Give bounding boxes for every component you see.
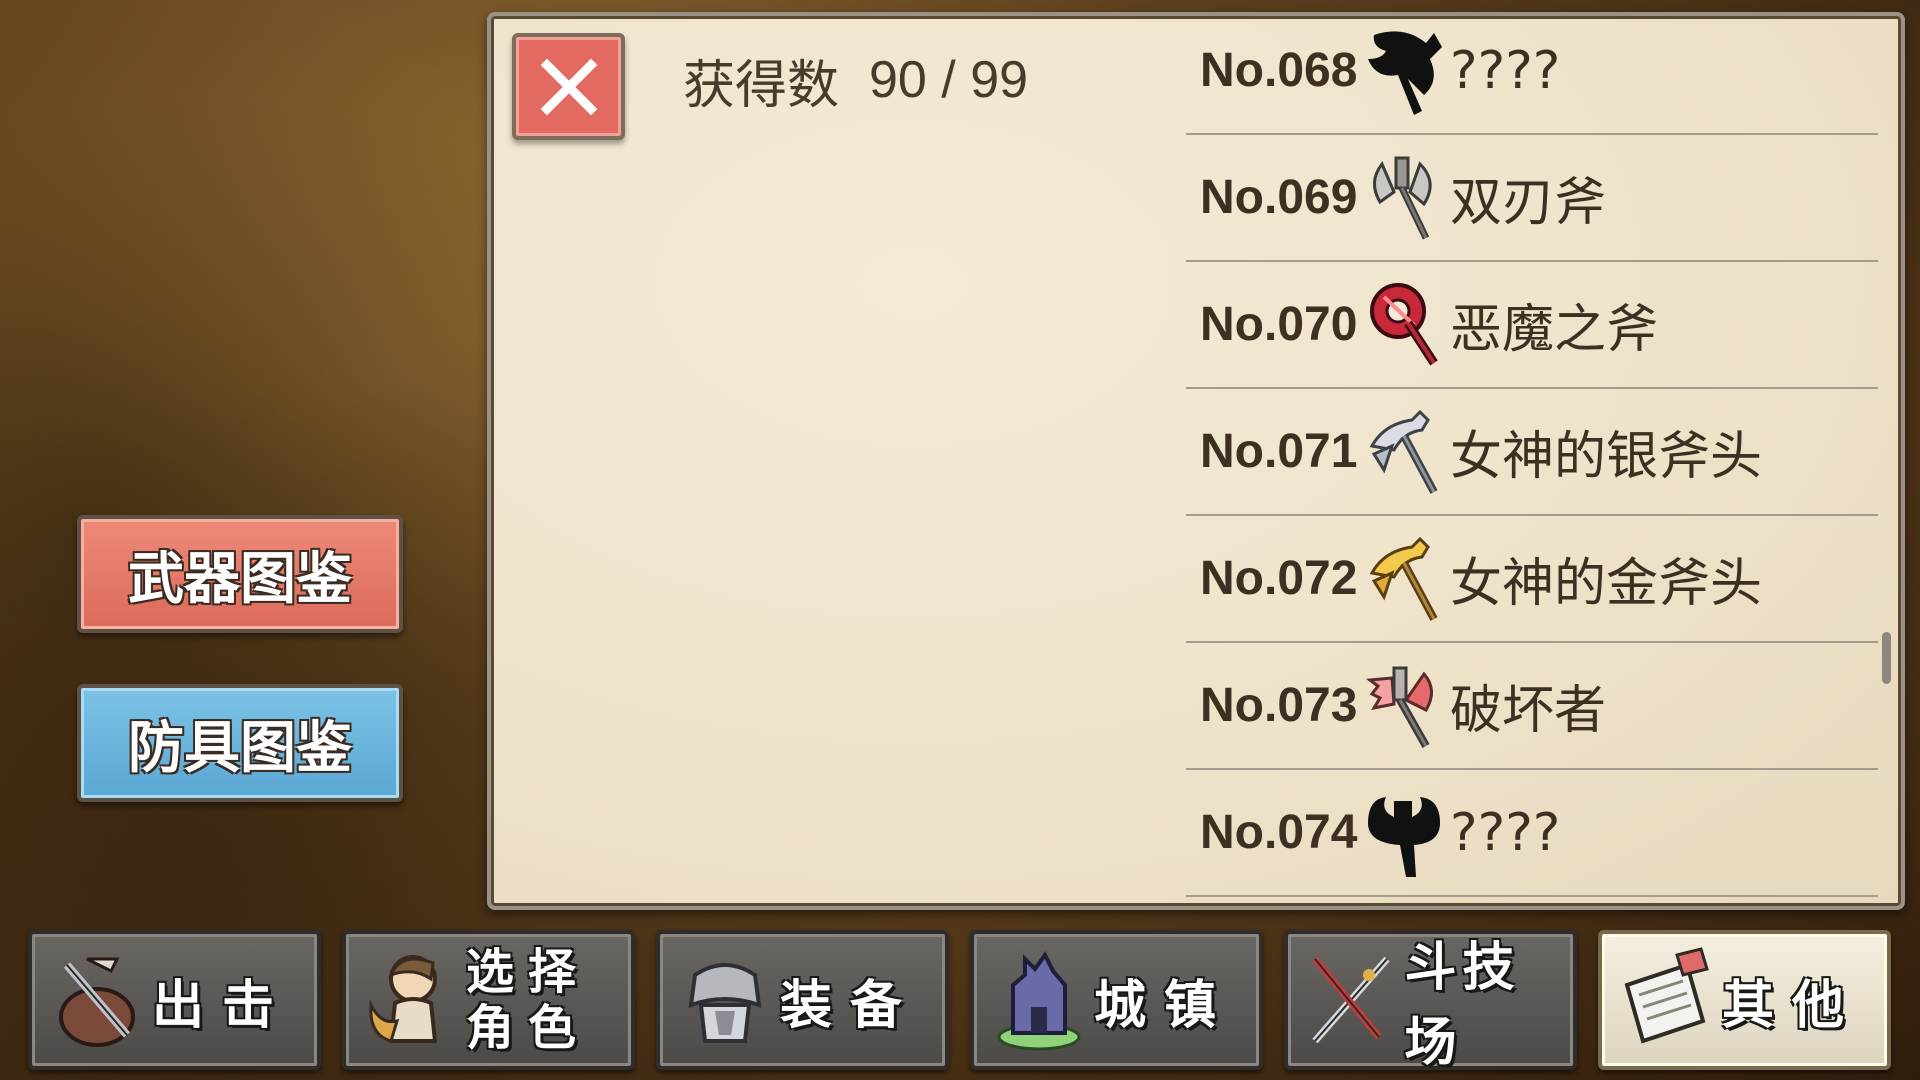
silver-axe-icon (1362, 404, 1446, 500)
character-icon (356, 940, 466, 1060)
nav-equipment-button[interactable]: 装备 (656, 930, 949, 1070)
item-number: No.073 (1200, 679, 1358, 732)
weapon-catalog-button[interactable]: 武器图鉴 (77, 515, 403, 633)
item-name: 女神的银斧头 (1450, 427, 1763, 487)
count-label: 获得数 (683, 56, 840, 115)
equipment-icon (670, 940, 780, 1060)
nav-label: 装备 (780, 975, 921, 1036)
list-item[interactable]: No.070 恶魔之斧 (1186, 262, 1878, 389)
item-name: 破坏者 (1450, 681, 1607, 741)
nav-label: 城镇 (1094, 975, 1235, 1036)
item-name: 恶魔之斧 (1450, 300, 1659, 360)
item-number: No.074 (1200, 806, 1358, 859)
list-item[interactable]: No.068 ???? (1186, 8, 1878, 135)
other-icon (1612, 940, 1722, 1060)
nav-arena-button[interactable]: 斗技场 (1284, 930, 1577, 1073)
list-item[interactable]: No.072 女神的金斧头 (1186, 516, 1878, 643)
axe-silhouette-icon (1362, 785, 1446, 881)
nav-character-button[interactable]: 选择 角色 (342, 930, 635, 1070)
close-button[interactable] (512, 33, 625, 140)
list-item[interactable]: No.071 女神的银斧头 (1186, 389, 1878, 516)
collection-count: 获得数 90 / 99 (683, 45, 1028, 115)
item-number: No.069 (1200, 171, 1358, 224)
item-number: No.070 (1200, 298, 1358, 351)
nav-label: 选择 角色 (466, 944, 590, 1056)
nav-label: 其他 (1722, 975, 1863, 1036)
nav-town-button[interactable]: 城镇 (970, 930, 1263, 1070)
list-scrollbar[interactable] (1882, 632, 1891, 684)
sortie-icon (42, 940, 152, 1060)
item-number: No.072 (1200, 552, 1358, 605)
count-value: 90 / 99 (869, 51, 1029, 109)
item-name: 女神的金斧头 (1450, 554, 1763, 614)
item-name: ???? (1450, 40, 1561, 101)
item-number: No.071 (1200, 425, 1358, 478)
axe-silhouette-icon (1362, 23, 1446, 119)
nav-label-line1: 选择 (466, 944, 591, 1000)
arena-icon (1298, 940, 1405, 1060)
destroyer-axe-icon (1362, 658, 1446, 754)
item-name: 双刃斧 (1450, 173, 1607, 233)
armor-catalog-button[interactable]: 防具图鉴 (77, 684, 403, 802)
bottom-nav: 出击 选择 角色 装备 城镇 斗技场 其他 (28, 930, 1892, 1073)
item-name: ???? (1450, 802, 1561, 863)
nav-sortie-button[interactable]: 出击 (28, 930, 321, 1070)
item-number: No.068 (1200, 44, 1358, 97)
gold-axe-icon (1362, 531, 1446, 627)
list-item[interactable]: No.073 破坏者 (1186, 643, 1878, 770)
item-list[interactable]: No.068 ???? No.069 双刃斧 No.070 恶魔之斧 No.07… (1186, 8, 1878, 897)
double-axe-icon (1362, 150, 1446, 246)
nav-label-line2: 角色 (466, 1000, 591, 1056)
nav-other-button[interactable]: 其他 (1598, 930, 1891, 1070)
list-item[interactable]: No.074 ???? (1186, 770, 1878, 897)
demon-axe-icon (1362, 277, 1446, 373)
nav-label: 出击 (152, 975, 293, 1036)
nav-label: 斗技场 (1404, 938, 1521, 1073)
close-icon (540, 58, 597, 115)
list-item[interactable]: No.069 双刃斧 (1186, 135, 1878, 262)
town-icon (984, 940, 1094, 1060)
